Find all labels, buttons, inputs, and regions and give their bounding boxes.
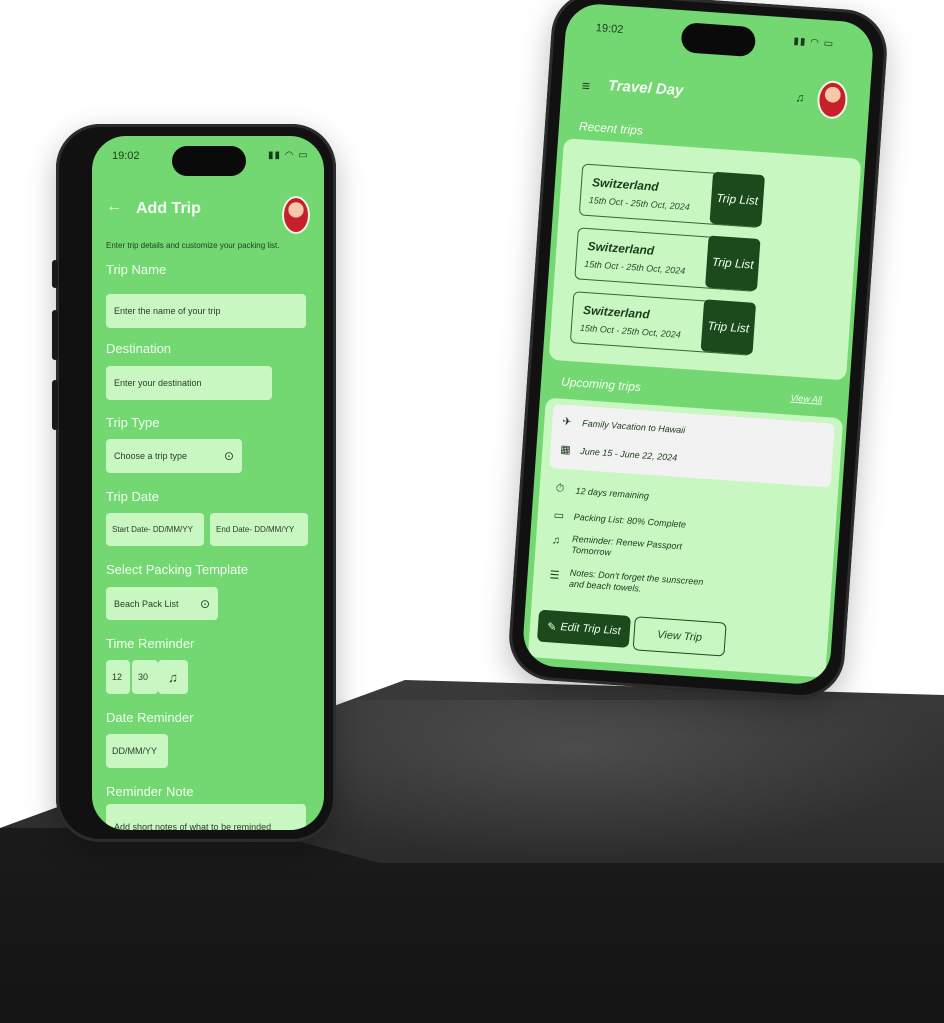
minute-input[interactable]: 30: [132, 660, 158, 694]
trip-date-label: Trip Date: [106, 489, 159, 504]
packing-progress: Packing List: 80% Complete: [573, 511, 687, 530]
bell-icon[interactable]: ♫: [795, 90, 805, 105]
hour-input[interactable]: 12: [106, 660, 130, 694]
template-select[interactable]: Beach Pack List ⊙: [106, 587, 218, 620]
status-icons: ▮▮ ◠ ▭: [793, 35, 835, 50]
app-title: Travel Day: [607, 77, 684, 100]
end-date-input[interactable]: End Date- DD/MM/YY: [210, 513, 308, 546]
trip-dates: 15th Oct - 25th Oct, 2024: [588, 195, 691, 213]
trip-type-label: Trip Type: [106, 415, 160, 430]
battery-icon: ▭: [553, 509, 565, 523]
start-date-input[interactable]: Start Date- DD/MM/YY: [106, 513, 204, 546]
trip-name: Switzerland: [587, 239, 655, 258]
reminder-line-2: Tomorrow: [571, 544, 612, 558]
page-title: Add Trip: [136, 200, 201, 217]
volume-up-button: [52, 310, 58, 360]
trip-list-button[interactable]: Trip List: [700, 299, 757, 355]
volume-down-button: [52, 380, 58, 430]
trip-card[interactable]: Switzerland 15th Oct - 25th Oct, 2024 Tr…: [578, 163, 766, 229]
travel-day-screen: 19:02 ▮▮ ◠ ▭ ≡ Travel Day ♫ Recent trips…: [521, 2, 875, 686]
destination-label: Destination: [106, 341, 172, 356]
trip-name: Switzerland: [582, 302, 651, 322]
upcoming-trip-name: Family Vacation to Hawaii: [581, 418, 686, 436]
pedestal-shadow: [330, 700, 944, 860]
dynamic-island: [680, 22, 757, 58]
trip-list-button[interactable]: Trip List: [709, 171, 766, 228]
template-label: Select Packing Template: [106, 562, 249, 577]
trip-dates: 15th Oct - 25th Oct, 2024: [584, 258, 686, 276]
trip-dates: 15th Oct - 25th Oct, 2024: [579, 322, 682, 340]
intro-text: Enter trip details and customize your pa…: [106, 241, 280, 250]
dynamic-island: [172, 146, 246, 176]
upcoming-trip-header: ✈ Family Vacation to Hawaii ▦ June 15 - …: [549, 404, 835, 488]
trip-name-label: Trip Name: [106, 262, 167, 277]
upcoming-trip-dates: June 15 - June 22, 2024: [579, 446, 678, 463]
date-reminder-label: Date Reminder: [106, 710, 194, 725]
trip-name-input[interactable]: Enter the name of your trip: [106, 294, 306, 328]
reminder-note-input[interactable]: Add short notes of what to be reminded: [106, 804, 306, 830]
bell-icon[interactable]: ♫: [158, 660, 188, 694]
avatar[interactable]: [282, 196, 310, 234]
edit-trip-list-button[interactable]: ✎ Edit Trip List: [536, 609, 631, 648]
notes-icon: ☰: [549, 569, 560, 582]
upcoming-trips-title: Upcoming trips: [560, 374, 642, 395]
back-arrow-icon[interactable]: ←: [106, 198, 122, 216]
menu-icon[interactable]: ≡: [581, 77, 590, 94]
trip-list-button[interactable]: Trip List: [705, 235, 761, 291]
status-time: 19:02: [112, 150, 140, 162]
recent-trips-title: Recent trips: [578, 119, 644, 138]
reminder-note-label: Reminder Note: [106, 784, 194, 799]
time-reminder-label: Time Reminder: [106, 636, 195, 651]
recent-trips-panel: Switzerland 15th Oct - 25th Oct, 2024 Tr…: [548, 138, 862, 381]
date-reminder-input[interactable]: DD/MM/YY: [106, 734, 168, 768]
upcoming-trip-card: ✈ Family Vacation to Hawaii ▦ June 15 - …: [527, 397, 844, 678]
timer-icon: ⏱: [555, 482, 565, 496]
calendar-icon: ▦: [559, 443, 572, 457]
view-trip-button[interactable]: View Trip: [632, 616, 727, 657]
chevron-down-icon: ⊙: [199, 596, 210, 611]
trip-type-select[interactable]: Choose a trip type ⊙: [106, 439, 242, 473]
trip-card[interactable]: Switzerland 15th Oct - 25th Oct, 2024 Tr…: [569, 291, 757, 356]
trip-name: Switzerland: [591, 175, 660, 194]
days-remaining: 12 days remaining: [575, 485, 650, 501]
phone-right: 19:02 ▮▮ ◠ ▭ ≡ Travel Day ♫ Recent trips…: [506, 0, 890, 701]
view-all-link[interactable]: View All: [790, 393, 822, 405]
plane-icon: ✈: [561, 415, 572, 429]
edit-icon: ✎: [546, 620, 557, 634]
status-time: 19:02: [595, 22, 624, 37]
bell-icon: ♫: [551, 534, 561, 547]
status-icons: ▮▮ ◠ ▭: [268, 150, 309, 161]
mute-switch: [52, 260, 58, 288]
template-value: Beach Pack List: [114, 598, 179, 609]
trip-type-value: Choose a trip type: [114, 451, 188, 461]
avatar[interactable]: [816, 79, 849, 120]
edit-button-label: Edit Trip List: [560, 621, 622, 638]
chevron-down-icon: ⊙: [223, 449, 234, 463]
add-trip-screen: 19:02 ▮▮ ◠ ▭ ← Add Trip Enter trip detai…: [92, 136, 324, 830]
trip-card[interactable]: Switzerland 15th Oct - 25th Oct, 2024 Tr…: [574, 227, 761, 292]
destination-input[interactable]: Enter your destination: [106, 366, 272, 400]
